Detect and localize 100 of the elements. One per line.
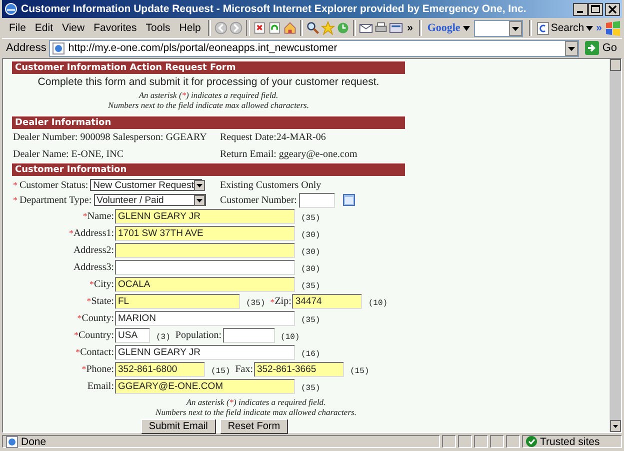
- text-field[interactable]: 352-861-3665: [254, 362, 344, 377]
- status-pane: [474, 435, 488, 448]
- google-g-icon: [536, 22, 549, 34]
- note-text: Numbers next to the field indicate max allowed characters.: [154, 407, 358, 417]
- google-search-field[interactable]: [474, 20, 523, 36]
- form-button[interactable]: Submit Email: [140, 419, 216, 434]
- print-icon[interactable]: [374, 21, 388, 35]
- text-field[interactable]: [115, 260, 295, 275]
- caret-icon: [586, 26, 594, 30]
- text-field[interactable]: 34474: [292, 294, 362, 309]
- caret-icon: [463, 26, 470, 30]
- required-mark: *: [86, 296, 92, 306]
- info-text: Existing Customers Only: [220, 180, 322, 190]
- section-header: Dealer Information: [12, 116, 405, 129]
- text-field[interactable]: OCALA: [115, 277, 295, 292]
- status-text: Done: [21, 436, 46, 448]
- scroll-down-button[interactable]: [610, 420, 621, 432]
- maximize-button[interactable]: [588, 2, 603, 16]
- back-icon[interactable]: [214, 21, 228, 35]
- section-header: Customer Information: [12, 163, 405, 176]
- minimize-button[interactable]: [573, 2, 588, 16]
- required-mark: *: [89, 279, 94, 289]
- max-length-text: (35): [301, 316, 320, 325]
- field-label: Phone:: [86, 364, 114, 375]
- max-length-text: (15): [211, 367, 230, 376]
- menu-item[interactable]: Help: [175, 20, 205, 36]
- menu-item[interactable]: File: [5, 20, 30, 36]
- menu-item[interactable]: Favorites: [90, 20, 141, 36]
- text-field[interactable]: USA: [115, 328, 150, 343]
- dropdown[interactable]: New Customer Request: [90, 179, 202, 191]
- menu-item[interactable]: Tools: [142, 20, 174, 36]
- text-field[interactable]: 1701 SW 37TH AVE: [115, 226, 295, 241]
- go-button[interactable]: Go: [582, 41, 620, 55]
- text-field[interactable]: GLENN GEARY JR: [115, 209, 295, 224]
- field-label: Zip:: [274, 296, 292, 308]
- field-label: Fax:: [235, 364, 253, 376]
- text-field[interactable]: [115, 243, 295, 258]
- check-icon: [526, 436, 537, 447]
- text-field[interactable]: [222, 328, 275, 343]
- info-text: Request Date:24-MAR-06: [220, 132, 327, 144]
- required-mark: *: [13, 195, 18, 205]
- chevron-button[interactable]: »: [404, 22, 416, 34]
- status-pane: [506, 435, 520, 448]
- menu-item[interactable]: Edit: [30, 20, 58, 36]
- max-length-text: (16): [301, 350, 320, 359]
- max-length-text: (10): [368, 299, 388, 308]
- zone-text: Trusted sites: [540, 436, 600, 448]
- field-label: Address1:: [73, 228, 114, 239]
- field-label: Address2:: [73, 244, 114, 256]
- max-length-text: (30): [301, 248, 320, 257]
- scroll-up-button[interactable]: [610, 59, 621, 71]
- scrollbar[interactable]: [609, 59, 621, 432]
- forward-icon[interactable]: [229, 21, 244, 35]
- max-length-text: (15): [350, 367, 370, 376]
- status-pane: [442, 435, 456, 448]
- note-text: An asterisk (*) indicates a required field.: [185, 397, 327, 407]
- text-field[interactable]: FL: [115, 294, 240, 309]
- page-icon: [52, 42, 66, 54]
- max-length-text: (10): [280, 333, 300, 342]
- status-pane: [458, 435, 472, 448]
- refresh-icon[interactable]: [268, 21, 282, 35]
- text-field[interactable]: GGEARY@E-ONE.COM: [115, 379, 295, 394]
- address-label: Address: [6, 42, 46, 54]
- text-field[interactable]: MARION: [115, 311, 295, 326]
- required-mark: *: [76, 347, 80, 357]
- field-label: Department Type:: [20, 194, 92, 206]
- stop-icon[interactable]: [252, 21, 267, 35]
- page-icon: [6, 436, 18, 448]
- text-field[interactable]: GLENN GEARY JR: [115, 345, 295, 360]
- calendar-icon[interactable]: [342, 194, 355, 206]
- required-mark: *: [77, 313, 82, 323]
- mail-icon[interactable]: [359, 21, 374, 35]
- dropdown[interactable]: Volunteer / Paid: [94, 194, 206, 206]
- star-icon[interactable]: [320, 21, 335, 35]
- note-text: An asterisk (*) indicates a required field.: [138, 90, 280, 100]
- max-length-text: (30): [301, 231, 320, 240]
- browser-icon: [4, 2, 18, 16]
- max-length-text: (35): [301, 384, 320, 393]
- search-button[interactable]: Search: [534, 20, 596, 36]
- note-text: Numbers next to the field indicate max allowed characters.: [107, 100, 310, 110]
- close-button[interactable]: [603, 2, 620, 16]
- form-button[interactable]: Reset Form: [220, 419, 288, 434]
- required-mark: *: [82, 364, 86, 374]
- customer-number-field[interactable]: [298, 192, 335, 208]
- required-mark: *: [68, 228, 74, 238]
- max-length-text: (35): [301, 282, 320, 291]
- field-label: Email:: [87, 380, 114, 392]
- google-button[interactable]: Google: [425, 21, 462, 35]
- field-label: Name:: [87, 211, 114, 222]
- text-field[interactable]: 352-861-6800: [115, 362, 205, 377]
- chevron-button[interactable]: »: [596, 22, 602, 34]
- home-icon[interactable]: [282, 21, 297, 35]
- max-length-text: (3): [156, 333, 170, 342]
- field-label: Customer Status:: [20, 180, 88, 190]
- menu-item[interactable]: View: [58, 20, 89, 36]
- windows-logo-icon: [604, 20, 622, 36]
- search-icon[interactable]: [306, 21, 320, 35]
- field-label: Population:: [175, 330, 222, 342]
- max-length-text: (35): [301, 214, 320, 223]
- address-field[interactable]: http://my.e-one.com/pls/portal/eoneapps.int_newcustomer: [49, 40, 580, 56]
